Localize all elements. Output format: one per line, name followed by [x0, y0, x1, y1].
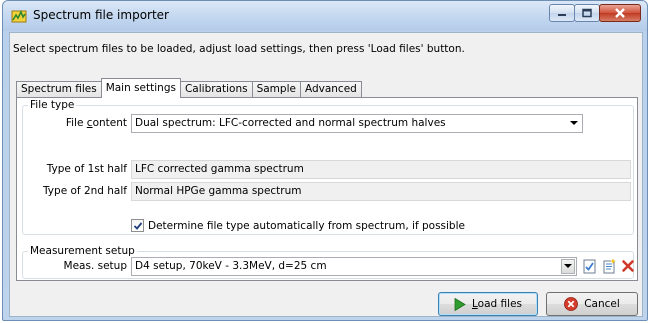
tab-calibrations[interactable]: Calibrations	[179, 81, 253, 98]
minimize-button[interactable]	[549, 4, 575, 22]
play-arrow-icon	[454, 297, 466, 311]
cancel-button[interactable]: Cancel	[546, 292, 638, 316]
first-half-label: Type of 1st half	[46, 163, 127, 175]
close-icon	[615, 8, 625, 18]
importer-window: Spectrum file importer Select spectrum f…	[2, 0, 648, 321]
checkmark-icon	[133, 221, 142, 230]
tab-main-settings[interactable]: Main settings	[100, 78, 181, 98]
tab-advanced[interactable]: Advanced	[299, 81, 362, 98]
chevron-down-icon	[567, 116, 581, 131]
window-title: Spectrum file importer	[33, 8, 169, 22]
maximize-button[interactable]	[574, 4, 600, 22]
file-content-label: File content	[65, 117, 127, 129]
tab-strip: Spectrum files Main settings Calibration…	[16, 78, 362, 98]
second-half-label: Type of 2nd half	[43, 185, 127, 197]
close-button[interactable]	[599, 4, 641, 22]
instructions-text: Select spectrum files to be loaded, adju…	[13, 43, 465, 55]
cancel-x-icon	[564, 297, 579, 311]
dialog-client-area: Select spectrum files to be loaded, adju…	[9, 32, 643, 317]
tab-sample[interactable]: Sample	[251, 81, 301, 98]
auto-detect-checkbox[interactable]	[131, 219, 144, 232]
new-setup-icon[interactable]	[601, 258, 617, 274]
tab-spectrum-files[interactable]: Spectrum files	[16, 81, 102, 98]
title-bar[interactable]: Spectrum file importer	[3, 1, 647, 31]
measurement-setup-legend: Measurement setup	[28, 245, 137, 257]
auto-detect-label[interactable]: Determine file type automatically from s…	[148, 220, 465, 232]
window-controls	[549, 4, 641, 22]
meas-setup-label: Meas. setup	[63, 260, 127, 272]
file-type-group: File type File content Dual spectrum: LF…	[22, 99, 634, 235]
file-content-value: Dual spectrum: LFC-corrected and normal …	[135, 117, 446, 129]
load-files-label: Load files	[472, 298, 522, 310]
second-half-field: Normal HPGe gamma spectrum	[131, 182, 631, 201]
maximize-icon	[582, 8, 592, 18]
spectrum-app-icon	[11, 8, 27, 24]
minimize-icon	[558, 14, 566, 16]
load-files-button[interactable]: Load files	[438, 292, 538, 316]
file-type-legend: File type	[28, 99, 77, 111]
meas-setup-value: D4 setup, 70keV - 3.3MeV, d=25 cm	[135, 260, 327, 272]
first-half-field: LFC corrected gamma spectrum	[131, 160, 631, 179]
auto-detect-row: Determine file type automatically from s…	[131, 219, 465, 232]
chevron-down-icon	[561, 259, 575, 274]
file-content-dropdown[interactable]: Dual spectrum: LFC-corrected and normal …	[131, 114, 583, 133]
delete-setup-icon[interactable]	[620, 258, 636, 274]
meas-setup-dropdown[interactable]: D4 setup, 70keV - 3.3MeV, d=25 cm	[131, 257, 577, 276]
measurement-setup-group: Measurement setup Meas. setup D4 setup, …	[22, 245, 636, 279]
main-settings-panel: File type File content Dual spectrum: LF…	[16, 97, 638, 281]
edit-setup-icon[interactable]	[582, 258, 598, 274]
cancel-label: Cancel	[584, 298, 620, 310]
